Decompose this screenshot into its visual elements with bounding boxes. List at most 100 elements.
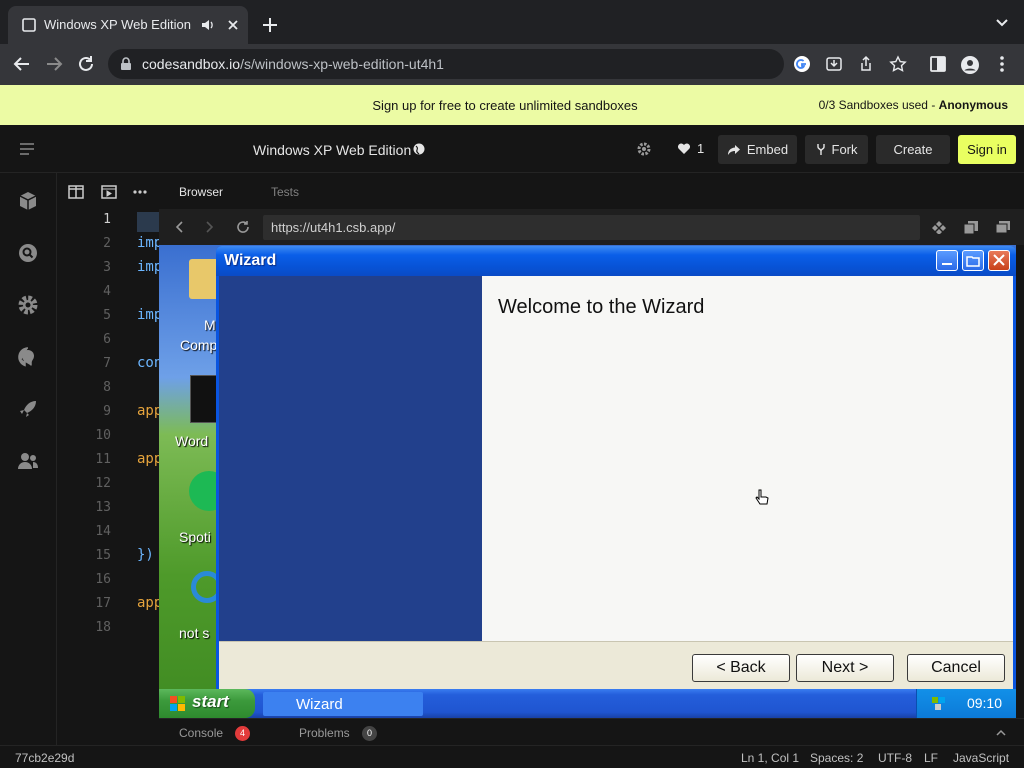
line-number: 1	[103, 212, 111, 227]
next-button[interactable]: Next >	[796, 654, 894, 682]
close-button[interactable]	[988, 250, 1010, 271]
wizard-side-panel	[219, 276, 482, 641]
copy-icon[interactable]	[963, 220, 979, 234]
forward-icon[interactable]	[205, 220, 215, 234]
refresh-icon[interactable]	[236, 220, 250, 234]
indentation[interactable]: Spaces: 2	[810, 751, 863, 765]
back-button[interactable]: < Back	[692, 654, 790, 682]
settings-gear-icon[interactable]	[16, 293, 40, 317]
tab-browser[interactable]: Browser	[179, 185, 223, 199]
wizard-content: Welcome to the Wizard	[482, 276, 1013, 641]
wizard-footer: < Back Next > Cancel	[219, 641, 1013, 689]
profile-icon[interactable]	[960, 55, 980, 75]
embed-button[interactable]: Embed	[718, 135, 797, 164]
tab-problems[interactable]: Problems	[299, 726, 350, 740]
browser-tab[interactable]: Windows XP Web Edition	[8, 6, 248, 44]
sandbox-header: Windows XP Web Edition 1 Embed Fork Crea…	[0, 125, 1024, 173]
line-number: 7	[103, 356, 111, 371]
address-bar[interactable]: codesandbox.io/s/windows-xp-web-edition-…	[108, 49, 784, 79]
wizard-titlebar[interactable]: Wizard	[216, 246, 1016, 276]
address-url: codesandbox.io/s/windows-xp-web-edition-…	[142, 56, 444, 72]
fork-button[interactable]: Fork	[805, 135, 868, 164]
back-arrow-icon[interactable]	[13, 55, 31, 73]
code-editor[interactable]: 123456789101112131415161718 impimpimpimp…	[57, 173, 162, 745]
search-icon[interactable]	[16, 241, 40, 265]
bookmark-star-icon[interactable]	[889, 55, 907, 73]
preview-panel: Browser Tests https://ut4h1.csb.app/ M C…	[159, 173, 1024, 745]
close-tab-icon[interactable]	[226, 18, 240, 32]
devtools-icon[interactable]	[931, 220, 947, 234]
share-icon[interactable]	[857, 55, 875, 73]
more-vertical-icon[interactable]	[999, 55, 1005, 73]
side-panel-icon[interactable]	[929, 55, 947, 73]
desktop-label-not-s: not s	[179, 625, 210, 641]
desktop-label-my: M	[204, 317, 216, 333]
system-tray: 09:10	[916, 689, 1016, 718]
line-number: 17	[95, 596, 111, 611]
chevron-up-icon[interactable]	[996, 729, 1006, 736]
line-number: 9	[103, 404, 111, 419]
fork-icon	[816, 144, 825, 155]
sandbox-title[interactable]: Windows XP Web Edition	[253, 142, 411, 158]
lock-icon	[121, 57, 131, 70]
users-icon[interactable]	[16, 449, 40, 473]
open-window-icon[interactable]	[995, 220, 1011, 234]
taskbar-item-wizard[interactable]: Wizard	[263, 692, 423, 716]
like-button[interactable]: 1	[677, 141, 704, 156]
maximize-button[interactable]	[962, 250, 984, 271]
xp-desktop: M Comp Word Spoti not s Wizard Welcome t…	[159, 245, 1016, 718]
wizard-heading: Welcome to the Wizard	[498, 296, 705, 318]
cursor-position[interactable]: Ln 1, Col 1	[741, 751, 799, 765]
split-editor-icon[interactable]	[68, 185, 84, 199]
line-number: 18	[95, 620, 111, 635]
preview-toggle-icon[interactable]	[101, 185, 117, 199]
tab-tests[interactable]: Tests	[271, 185, 299, 199]
install-icon[interactable]	[825, 55, 843, 73]
settings-gear-icon[interactable]	[637, 142, 651, 156]
commit-hash: 77cb2e29d	[15, 751, 75, 765]
google-icon[interactable]	[793, 55, 811, 73]
network-icon[interactable]	[931, 696, 947, 711]
line-number: 5	[103, 308, 111, 323]
start-button[interactable]: start	[159, 689, 255, 718]
sandbox-usage: 0/3 Sandboxes used - Anonymous	[818, 98, 1008, 112]
line-number: 8	[103, 380, 111, 395]
back-icon[interactable]	[174, 220, 184, 234]
line-number: 3	[103, 260, 111, 275]
github-icon[interactable]	[16, 345, 40, 369]
reload-icon[interactable]	[77, 55, 95, 73]
line-number: 11	[95, 452, 111, 467]
signin-button[interactable]: Sign in	[958, 135, 1016, 164]
minimize-button[interactable]	[936, 250, 958, 271]
menu-icon[interactable]	[19, 142, 35, 156]
speaker-icon[interactable]	[200, 18, 214, 32]
forward-arrow-icon[interactable]	[45, 55, 63, 73]
my-computer-icon[interactable]	[189, 259, 219, 299]
tab-console[interactable]: Console	[179, 726, 223, 740]
rocket-icon[interactable]	[16, 397, 40, 421]
language-mode[interactable]: JavaScript	[953, 751, 1009, 765]
encoding[interactable]: UTF-8	[878, 751, 912, 765]
hand-cursor-icon	[755, 489, 769, 505]
globe-icon	[413, 143, 425, 155]
heart-icon	[677, 143, 691, 154]
desktop-label-spotify: Spoti	[179, 529, 211, 545]
more-horizontal-icon[interactable]	[133, 190, 147, 194]
activity-bar	[0, 173, 57, 745]
clock: 09:10	[966, 695, 1002, 711]
desktop-label-word: Word	[175, 433, 209, 449]
chevron-down-icon[interactable]	[995, 18, 1009, 28]
preview-url-input[interactable]: https://ut4h1.csb.app/	[263, 215, 920, 240]
line-ending[interactable]: LF	[924, 751, 938, 765]
wizard-title: Wizard	[224, 252, 277, 269]
new-tab-icon[interactable]	[262, 17, 278, 33]
sandbox-cube-icon[interactable]	[16, 189, 40, 213]
browser-tab-bar: Windows XP Web Edition	[0, 0, 1024, 44]
create-button[interactable]: Create	[876, 135, 950, 164]
minimize-icon	[942, 263, 952, 265]
wizard-window: Wizard Welcome to the Wizard < Back Next…	[216, 246, 1016, 689]
line-number: 12	[95, 476, 111, 491]
line-number: 6	[103, 332, 111, 347]
share-arrow-icon	[727, 144, 740, 155]
cancel-button[interactable]: Cancel	[907, 654, 1005, 682]
